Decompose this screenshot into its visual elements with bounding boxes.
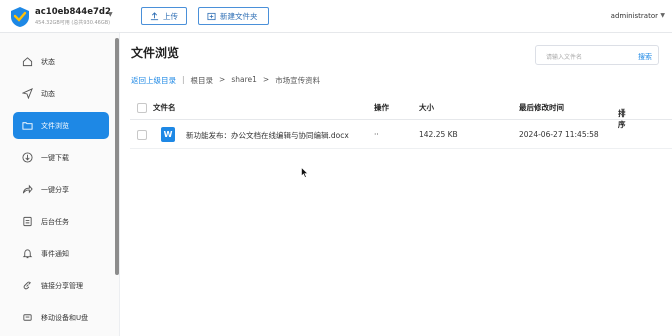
sidebar-item-label: 状态 <box>41 57 55 66</box>
breadcrumb-arrow: > <box>262 75 270 84</box>
folder-icon <box>21 120 33 132</box>
file-modified: 2024-06-27 11:45:58 <box>519 130 599 139</box>
new-folder-button[interactable]: 新建文件夹 <box>198 7 269 25</box>
search-placeholder: 请输入文件名 <box>546 54 583 61</box>
link-icon <box>21 280 33 292</box>
upload-button[interactable]: 上传 <box>141 7 187 25</box>
word-file-icon: W <box>161 127 175 142</box>
table-header: 文件名 操作 大小 最后修改时间 排序 ▼ <box>130 96 672 129</box>
row-checkbox[interactable] <box>137 130 147 140</box>
download-icon <box>21 152 33 164</box>
device-name[interactable]: ac10eb844e7d2 <box>35 7 111 17</box>
breadcrumb-current: 市场宣传资料 <box>275 76 321 85</box>
app-logo-icon <box>11 7 29 27</box>
mouse-cursor-icon <box>301 167 309 178</box>
back-to-parent-link[interactable]: 返回上级目录 <box>131 75 176 86</box>
chevron-down-icon: ▼ <box>621 108 625 114</box>
sidebar: 状态 动态 文件浏览 一键下载 一键分享 后台任务 事件通知 链接分享管理 移动… <box>0 33 120 336</box>
search-input[interactable]: 请输入文件名 搜索 <box>535 45 659 65</box>
breadcrumb-share1[interactable]: share1 <box>231 75 257 86</box>
column-size: 大小 <box>419 103 434 112</box>
send-icon <box>21 88 33 100</box>
sidebar-item-label: 文件浏览 <box>41 121 69 130</box>
add-folder-icon <box>207 12 216 20</box>
column-modified: 最后修改时间 <box>519 103 564 112</box>
file-name[interactable]: 新功能发布：办公文档在线编辑与协同编辑.docx <box>186 130 349 141</box>
select-all-checkbox[interactable] <box>137 103 147 113</box>
sidebar-item-status[interactable]: 状态 <box>13 48 109 75</box>
breadcrumb: 返回上级目录 | 根目录 > share1 > 市场宣传资料 <box>131 75 320 86</box>
search-button[interactable]: 搜索 <box>638 52 652 62</box>
user-menu[interactable]: administrator <box>611 12 658 20</box>
bell-icon <box>21 248 33 260</box>
sidebar-item-share[interactable]: 一键分享 <box>13 176 109 203</box>
file-size: 142.25 KB <box>419 130 458 139</box>
sidebar-item-file-browser[interactable]: 文件浏览 <box>13 112 109 139</box>
task-icon <box>21 216 33 228</box>
page-title: 文件浏览 <box>131 46 180 60</box>
upload-icon <box>150 11 159 20</box>
breadcrumb-root[interactable]: 根目录 <box>191 75 214 86</box>
new-folder-label: 新建文件夹 <box>220 11 258 21</box>
column-name: 文件名 <box>153 103 176 112</box>
sidebar-item-label: 后台任务 <box>41 217 69 226</box>
sidebar-item-label: 事件通知 <box>41 249 69 258</box>
sidebar-item-label: 链接分享管理 <box>41 281 83 290</box>
sidebar-item-label: 动态 <box>41 89 55 98</box>
share-icon <box>21 184 33 196</box>
sidebar-item-label: 一键分享 <box>41 185 69 194</box>
sidebar-item-tasks[interactable]: 后台任务 <box>13 208 109 235</box>
sidebar-item-notifications[interactable]: 事件通知 <box>13 240 109 267</box>
usb-icon <box>21 312 33 324</box>
column-action: 操作 <box>374 103 389 112</box>
chevron-down-icon[interactable]: ▼ <box>660 12 665 19</box>
device-storage: 454.32GB可用 (总共930.46GB) <box>35 20 111 26</box>
sidebar-item-label: 一键下载 <box>41 153 69 162</box>
home-icon <box>21 56 33 68</box>
top-bar: ac10eb844e7d2 454.32GB可用 (总共930.46GB) ▼ … <box>0 0 672 33</box>
chevron-down-icon[interactable]: ▼ <box>108 11 113 18</box>
sidebar-item-activity[interactable]: 动态 <box>13 80 109 107</box>
sidebar-scrollbar[interactable] <box>115 38 119 275</box>
table-row[interactable]: W 新功能发布：办公文档在线编辑与协同编辑.docx ·· 142.25 KB … <box>130 121 672 149</box>
file-action-menu[interactable]: ·· <box>374 130 379 139</box>
sidebar-item-label: 移动设备和U盘 <box>41 313 89 322</box>
sidebar-item-download[interactable]: 一键下载 <box>13 144 109 171</box>
breadcrumb-separator: | <box>182 75 185 84</box>
breadcrumb-arrow: > <box>219 75 226 84</box>
sidebar-item-mobile-usb[interactable]: 移动设备和U盘 <box>13 304 109 331</box>
sidebar-item-link-share[interactable]: 链接分享管理 <box>13 272 109 299</box>
upload-label: 上传 <box>163 11 178 21</box>
